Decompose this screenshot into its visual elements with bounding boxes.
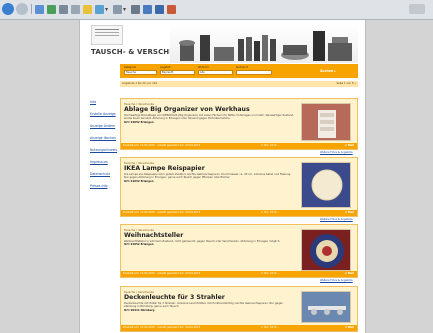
header-illustration (170, 25, 358, 63)
windows-logo-icon (409, 4, 425, 14)
listing-date: Einstellt am: 15.04.2015 · zuletzt geänd… (123, 272, 201, 275)
keyword-label: Suchwort (236, 66, 248, 69)
offer-label: Angebot (160, 66, 171, 69)
forward-button[interactable] (16, 3, 28, 15)
nav-item-usage[interactable]: Nutzungshinweis (90, 148, 120, 152)
listing-card[interactable]: Tausche / Verschenke Weihnachtsteller We… (120, 224, 358, 278)
stop-icon[interactable] (35, 5, 44, 14)
location-label: Wohnort (198, 66, 209, 69)
listing-location: Ort: 91052 Erlangen (124, 179, 154, 183)
ceiling-lamp-icon (302, 292, 350, 322)
organizer-icon (302, 104, 350, 140)
listing-date: Einstellt am: 15.04.2015 · zuletzt geänd… (123, 211, 201, 214)
nav-item-create[interactable]: Erstelle Anzeige (90, 112, 120, 116)
back-button[interactable] (2, 3, 14, 15)
results-bar: Angebote 1 bis 20 von 144 Seite 1 von 8 … (120, 81, 358, 87)
listing-date: Einstellt am: 15.04.2015 · zuletzt geänd… (123, 326, 201, 329)
listing-description-text: Die Lampe aus Reispapier ist in gutem Zu… (124, 173, 292, 180)
listing-description: Hochwertige Büroablage von WERKHAUS (Big… (124, 114, 294, 124)
listing-card[interactable]: Tausche / Verschenke Deckenleuchte für 3… (120, 286, 358, 332)
category-label: Kategorie (124, 66, 137, 69)
listing-footer: Einstellt am: 15.04.2015 · zuletzt geänd… (121, 325, 357, 331)
header-objects-icon (179, 31, 352, 61)
edit-icon[interactable] (143, 5, 152, 14)
pagination-link[interactable]: Seite 1 von 8 » (336, 82, 356, 85)
listing-title[interactable]: Ablage Big Organizer von Werkhaus (124, 106, 250, 113)
listing-image[interactable] (301, 229, 351, 271)
listing-description-text: Hochwertige Büroablage von WERKHAUS (Big… (124, 114, 294, 121)
listing-phone[interactable]: ✆ Tel.: 0172 ... (261, 326, 280, 329)
nav-item-privacy[interactable]: Datenschutz (90, 172, 120, 176)
refresh-icon[interactable] (47, 5, 56, 14)
search-icon[interactable] (71, 5, 80, 14)
favorites-star-icon[interactable] (83, 5, 92, 14)
offer-select[interactable]: Bayreuth (160, 70, 195, 75)
nav-item-info[interactable]: Info (90, 100, 120, 104)
nav-item-edit[interactable]: Anzeige Ändern (90, 124, 120, 128)
listing-description: Deckenleuchte mit Halter für 3 Strahler,… (124, 302, 294, 312)
listing-mail-link[interactable]: ✉ Mail (345, 144, 354, 147)
listing-phone[interactable]: ✆ Tel.: 0172 ... (261, 272, 280, 275)
nav-item-press[interactable]: Presse-Info (90, 184, 120, 188)
search-submit-button[interactable]: Suchen ▸ (320, 69, 336, 73)
listing-title[interactable]: Deckenleuchte für 3 Strahler (124, 294, 225, 301)
location-select[interactable]: Alle (198, 70, 233, 75)
listing-image[interactable] (301, 291, 351, 323)
listing-mail-link[interactable]: ✉ Mail (345, 272, 354, 275)
search-bar: Kategorie Angebot Wohnort Suchwort Tausc… (120, 64, 358, 78)
listing-date: Einstellt am: 15.04.2015 · zuletzt geänd… (123, 144, 201, 147)
results-count: Angebote 1 bis 20 von 144 (122, 82, 158, 85)
listing-phone[interactable]: ✆ Tel.: 0172 ... (261, 211, 280, 214)
listing-phone[interactable]: ✆ Tel.: 0172 ... (261, 144, 280, 147)
category-select[interactable]: Tausche (124, 70, 157, 75)
keyword-input[interactable] (236, 70, 272, 75)
listing-title[interactable]: IKEA Lampe Reispapier (124, 165, 205, 172)
listing-more-link[interactable]: Weitere Fotos & Angebote (320, 279, 429, 282)
listing-description: Die Lampe aus Reispapier ist in gutem Zu… (124, 173, 294, 183)
listing-description: Weihnachtsteller in schönem Zustand, nic… (124, 240, 294, 247)
listing-description-text: Deckenleuchte mit Halter für 3 Strahler,… (124, 302, 284, 309)
lamp-icon (302, 163, 350, 207)
print-icon[interactable] (131, 5, 140, 14)
research-icon[interactable] (167, 5, 176, 14)
mail-chevron-down-icon[interactable]: ▾ (123, 7, 126, 13)
listing-location: Ort: 90411 Nürnberg (124, 308, 155, 312)
browser-toolbar: ▾ ▾ (0, 0, 433, 20)
listing-card[interactable]: Tausche / Verschenke IKEA Lampe Reispapi… (120, 157, 358, 217)
toolbar-divider (31, 4, 32, 14)
listing-mail-link[interactable]: ✉ Mail (345, 326, 354, 329)
listing-mail-link[interactable]: ✉ Mail (345, 211, 354, 214)
listing-image[interactable] (301, 162, 351, 208)
listing-more-link[interactable]: Weitere Fotos & Angebote (320, 218, 429, 221)
mail-icon[interactable] (113, 5, 122, 14)
listing-location: Ort: 91052 Erlangen (124, 120, 154, 124)
nav-item-delete[interactable]: Anzeige löschen (90, 136, 120, 140)
listing-title[interactable]: Weihnachtsteller (124, 232, 183, 239)
home-icon[interactable] (59, 5, 68, 14)
nav-item-imprint[interactable]: Impressum (90, 160, 120, 164)
listing-footer: Einstellt am: 15.04.2015 · zuletzt geänd… (121, 271, 357, 277)
site-logo[interactable] (91, 25, 123, 45)
logo-lines-icon (95, 29, 119, 30)
listing-location: Ort: 91052 Erlangen (124, 243, 154, 247)
christmas-plate-icon (302, 230, 350, 270)
listing-more-link[interactable]: Weitere Fotos & Angebote (320, 151, 429, 154)
messenger-icon[interactable] (155, 5, 164, 14)
history-icon[interactable] (95, 5, 104, 14)
listing-footer: Einstellt am: 15.04.2015 · zuletzt geänd… (121, 210, 357, 216)
listing-card[interactable]: Tausche / Verschenke Ablage Big Organize… (120, 98, 358, 150)
listing-image[interactable] (301, 103, 351, 141)
listing-footer: Einstellt am: 15.04.2015 · zuletzt geänd… (121, 143, 357, 149)
history-chevron-down-icon[interactable]: ▾ (105, 7, 108, 13)
